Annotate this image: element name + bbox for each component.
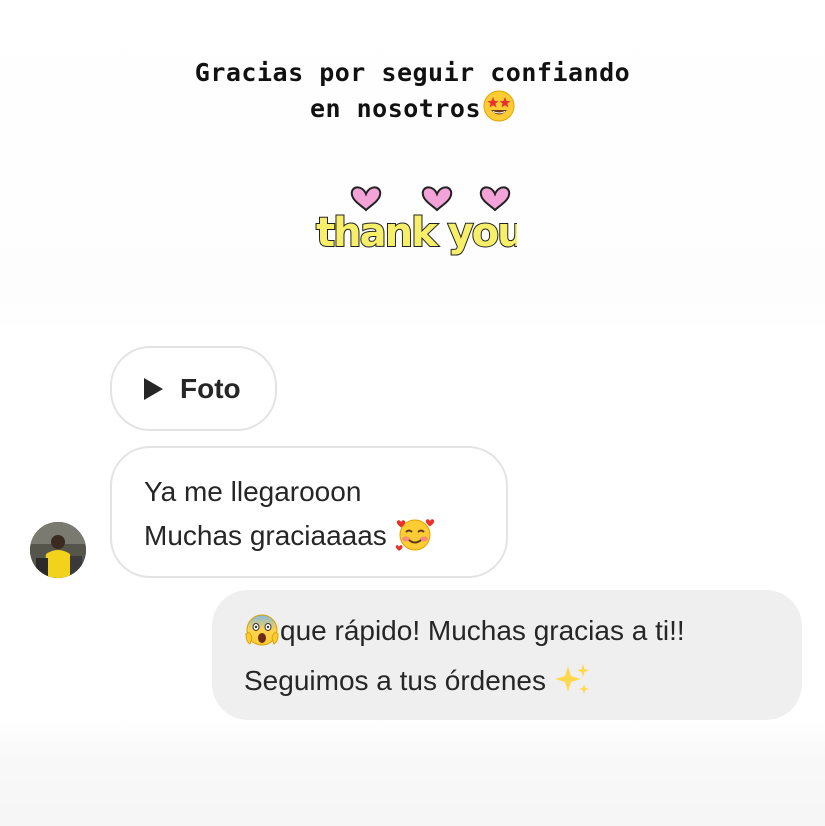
play-icon: [144, 377, 163, 400]
avatar[interactable]: [30, 522, 86, 578]
outgoing-message-line-1-wrap: que rápido! Muchas gracias a ti!!: [244, 610, 802, 660]
caption-line-1: Gracias por seguir confiando: [194, 58, 631, 87]
hearts-icon: thank you: [315, 186, 527, 257]
thank-you-sticker: thank you: [312, 182, 527, 274]
outgoing-message-line-2-wrap: Seguimos a tus órdenes: [244, 660, 802, 710]
outgoing-message-line-2: Seguimos a tus órdenes: [244, 665, 546, 696]
outgoing-message-line-1: que rápido! Muchas gracias a ti!!: [280, 615, 685, 646]
photo-message-bubble[interactable]: Foto: [110, 346, 277, 431]
incoming-message-line-2-wrap: Muchas graciaaaas: [144, 514, 506, 566]
story-screen: Gracias por seguir confiando en nosotros…: [0, 0, 825, 826]
sticker-text: thank you: [316, 210, 517, 256]
caption-line-2: en nosotros: [309, 94, 482, 123]
incoming-message-line-2: Muchas graciaaaas: [144, 520, 387, 551]
story-caption: Gracias por seguir confiando en nosotros: [0, 56, 825, 131]
avatar-image: [30, 522, 86, 578]
sparkles-emoji-icon: [554, 662, 592, 710]
caption-line-2-wrap: en nosotros: [0, 90, 825, 131]
incoming-message-bubble[interactable]: Ya me llegarooon Muchas graciaaaas: [110, 446, 508, 578]
star-struck-emoji-icon: [483, 90, 515, 131]
outgoing-message-bubble[interactable]: que rápido! Muchas gracias a ti!! Seguim…: [212, 590, 802, 720]
screaming-face-emoji-icon: [244, 612, 280, 660]
photo-label: Foto: [180, 372, 241, 404]
incoming-message-line-1: Ya me llegarooon: [144, 476, 362, 507]
smiling-face-with-hearts-emoji-icon: [395, 517, 435, 566]
